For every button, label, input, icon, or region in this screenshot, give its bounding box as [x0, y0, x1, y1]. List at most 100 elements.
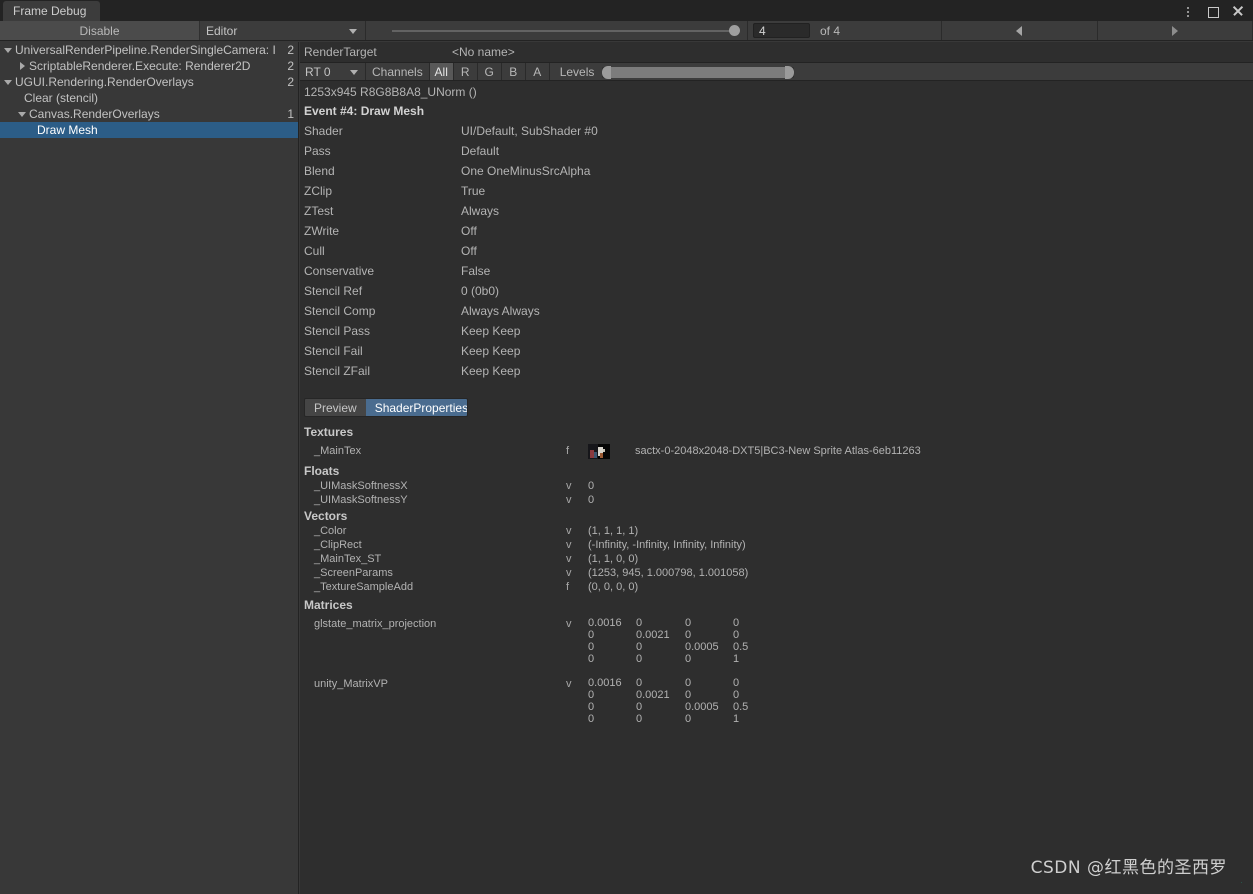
- matrix-cell: 0: [636, 677, 643, 689]
- tree-row[interactable]: UGUI.Rendering.RenderOverlays 2: [0, 74, 298, 90]
- event-index-input[interactable]: 4: [753, 23, 810, 38]
- channel-b-label: B: [509, 64, 518, 79]
- disable-button[interactable]: Disable: [0, 21, 200, 40]
- vector-value: (1, 1, 0, 0): [588, 553, 639, 565]
- property-value: Off: [461, 244, 477, 258]
- chevron-down-icon[interactable]: [18, 111, 26, 117]
- close-icon[interactable]: [1231, 4, 1245, 18]
- matrix-cell: 1: [733, 653, 740, 665]
- property-value: Keep Keep: [461, 364, 521, 378]
- watermark: CSDN @红黑色的圣西罗: [1031, 853, 1227, 878]
- matrix-cell: 0: [636, 617, 643, 629]
- chevron-down-icon: [350, 70, 358, 75]
- levels-label-text: Levels: [559, 64, 595, 79]
- property-key: ZTest: [304, 204, 334, 218]
- property-key: Pass: [304, 144, 331, 158]
- float-type: v: [566, 494, 572, 506]
- property-key: Stencil Comp: [304, 304, 376, 318]
- tree-item-label: UniversalRenderPipeline.RenderSingleCame…: [15, 43, 276, 57]
- next-event-button[interactable]: [1098, 21, 1253, 40]
- texture-thumbnail[interactable]: [588, 443, 610, 459]
- matrix-cell: 0.5: [733, 641, 749, 653]
- rt-index-dropdown[interactable]: RT 0: [300, 63, 366, 80]
- tab-preview[interactable]: Preview: [305, 399, 366, 416]
- matrix-cell: 0: [588, 653, 595, 665]
- property-key: Stencil Ref: [304, 284, 363, 298]
- channel-button-a[interactable]: A: [525, 63, 550, 80]
- event-slider-knob[interactable]: [729, 25, 740, 36]
- tab-shader-properties[interactable]: ShaderProperties: [365, 399, 467, 416]
- property-key: Cull: [304, 244, 325, 258]
- tree-row[interactable]: UniversalRenderPipeline.RenderSingleCame…: [0, 42, 298, 58]
- matrix-cell: 0.0016: [588, 677, 622, 689]
- tree-row[interactable]: ScriptableRenderer.Execute: Renderer2D 2: [0, 58, 298, 74]
- float-row: _UIMaskSoftnessX v 0: [300, 479, 1253, 493]
- property-value: Always: [461, 204, 500, 218]
- matrix-cell: 0: [685, 677, 692, 689]
- property-key: Conservative: [304, 264, 375, 278]
- channel-button-r[interactable]: R: [453, 63, 478, 80]
- channel-button-all[interactable]: All: [429, 63, 454, 80]
- event-total-label: of 4: [810, 21, 942, 40]
- property-row: Stencil Fail Keep Keep: [300, 341, 1253, 361]
- property-row: Pass Default: [300, 141, 1253, 161]
- arrow-left-icon: [1016, 25, 1023, 36]
- chevron-right-icon[interactable]: [20, 62, 25, 70]
- target-dropdown[interactable]: Editor: [200, 21, 366, 40]
- property-row: Stencil ZFail Keep Keep: [300, 361, 1253, 381]
- vector-name: _TextureSampleAdd: [314, 581, 414, 593]
- render-target-header: RenderTarget <No name>: [300, 42, 1253, 62]
- vector-row: _ClipRect v (-Infinity, -Infinity, Infin…: [300, 538, 1253, 552]
- chevron-down-icon[interactable]: [4, 79, 12, 85]
- channel-button-b[interactable]: B: [501, 63, 526, 80]
- levels-label: Levels: [549, 63, 601, 80]
- tab-frame-debug-label: Frame Debug: [13, 4, 87, 18]
- matrix-cell: 0.0005: [685, 701, 719, 713]
- float-row: _UIMaskSoftnessY v 0: [300, 493, 1253, 507]
- channels-label: Channels: [366, 63, 430, 80]
- vector-name: _Color: [314, 525, 347, 537]
- detail-panel: RenderTarget <No name> RT 0 Channels All…: [300, 42, 1253, 894]
- levels-slider-min-handle[interactable]: [602, 66, 612, 79]
- maximize-icon[interactable]: [1206, 4, 1220, 18]
- levels-slider[interactable]: [600, 63, 797, 80]
- draw-state-properties: Shader UI/Default, SubShader #0 Pass Defau…: [300, 121, 1253, 381]
- tree-item-count: 1: [287, 107, 294, 121]
- vectors-header-text: Vectors: [304, 508, 348, 523]
- event-index-value: 4: [759, 23, 766, 38]
- property-value: Off: [461, 224, 477, 238]
- property-value: One OneMinusSrcAlpha: [461, 164, 591, 178]
- tab-preview-label: Preview: [314, 400, 357, 415]
- property-key: Stencil Pass: [304, 324, 371, 338]
- texture-name: _MainTex: [314, 445, 362, 457]
- event-slider[interactable]: [366, 21, 748, 40]
- texture-row: _MainTex f sactx-0-2048x2048-DXT5|BC3-Ne…: [300, 440, 1253, 462]
- property-row: ZWrite Off: [300, 221, 1253, 241]
- matrix-cell: 0: [685, 689, 692, 701]
- matrix-cell: 0: [685, 617, 692, 629]
- matrix-type: v: [566, 678, 572, 690]
- event-tree[interactable]: UniversalRenderPipeline.RenderSingleCame…: [0, 42, 299, 894]
- tree-row[interactable]: Canvas.RenderOverlays 1: [0, 106, 298, 122]
- float-type: v: [566, 480, 572, 492]
- matrices-section-header: Matrices: [300, 596, 1253, 613]
- textures-header-text: Textures: [304, 424, 354, 439]
- matrix-cell: 0.0016: [588, 617, 622, 629]
- property-value: False: [461, 264, 491, 278]
- property-key: Shader: [304, 124, 343, 138]
- matrix-cell: 0: [588, 689, 595, 701]
- render-target-info: 1253x945 R8G8B8A8_UNorm (): [300, 81, 1253, 102]
- tree-row[interactable]: Clear (stencil): [0, 90, 298, 106]
- property-value: Keep Keep: [461, 324, 521, 338]
- tree-row-selected[interactable]: Draw Mesh: [0, 122, 298, 138]
- vector-type: v: [566, 567, 572, 579]
- channel-button-g[interactable]: G: [477, 63, 502, 80]
- kebab-menu-icon[interactable]: [1181, 4, 1195, 18]
- chevron-down-icon[interactable]: [4, 47, 12, 53]
- previous-event-button[interactable]: [942, 21, 1098, 40]
- tab-frame-debug[interactable]: Frame Debug: [3, 1, 101, 21]
- matrix-cell: 0: [733, 617, 740, 629]
- vector-name: _ScreenParams: [314, 567, 393, 579]
- event-title: Event #4: Draw Mesh: [300, 102, 1253, 120]
- tree-item-label: Draw Mesh: [37, 123, 98, 137]
